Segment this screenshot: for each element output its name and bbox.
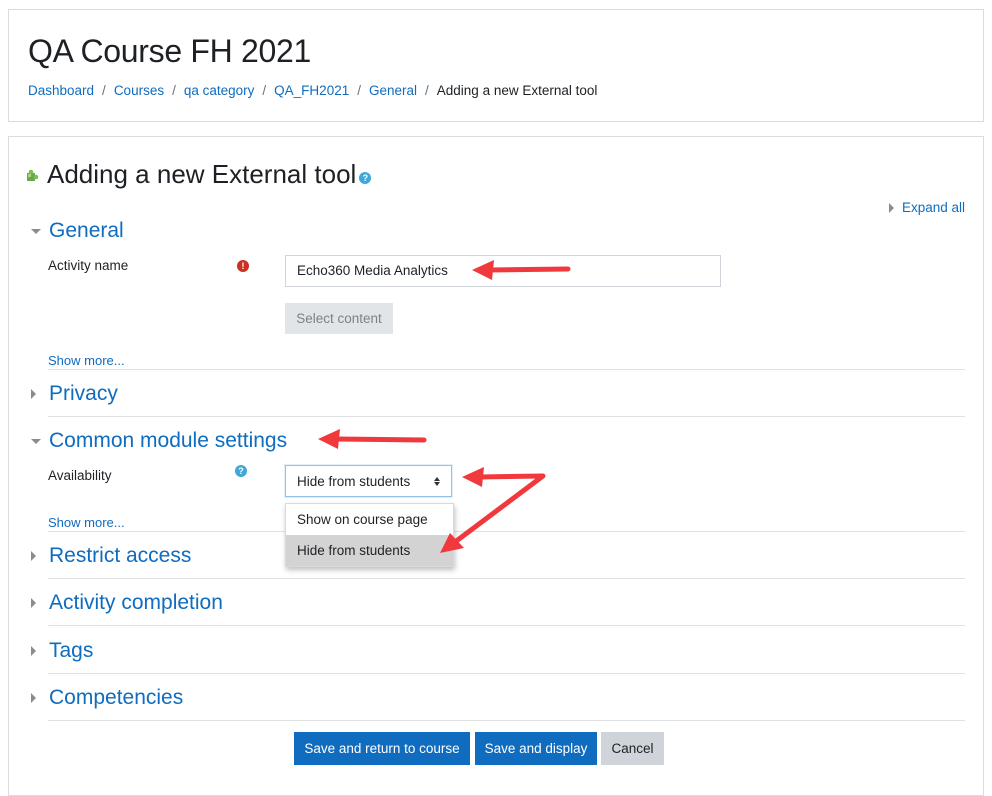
activity-name-input[interactable]: Echo360 Media Analytics xyxy=(285,255,721,287)
availability-dropdown: Show on course page Hide from students xyxy=(285,503,454,567)
breadcrumb-separator: / xyxy=(172,83,176,98)
divider xyxy=(48,625,965,626)
section-privacy[interactable]: Privacy xyxy=(27,382,118,406)
activity-name-label: Activity name xyxy=(48,258,129,273)
caret-right-icon xyxy=(31,389,36,399)
section-competencies-label: Competencies xyxy=(49,686,184,709)
breadcrumb-course[interactable]: QA_FH2021 xyxy=(274,83,349,98)
expand-all-link[interactable]: Expand all xyxy=(888,200,965,215)
divider xyxy=(48,673,965,674)
breadcrumb-dashboard[interactable]: Dashboard xyxy=(28,83,94,98)
required-icon[interactable]: ! xyxy=(237,260,249,272)
section-activity-completion[interactable]: Activity completion xyxy=(27,591,223,615)
show-more-general[interactable]: Show more... xyxy=(48,353,125,368)
caret-down-icon xyxy=(31,438,41,444)
caret-right-icon xyxy=(31,551,36,561)
caret-right-icon xyxy=(31,693,36,703)
section-general[interactable]: General xyxy=(27,219,124,243)
breadcrumb-separator: / xyxy=(357,83,361,98)
help-icon[interactable]: ? xyxy=(359,171,372,184)
breadcrumb-current: Adding a new External tool xyxy=(436,83,598,98)
divider xyxy=(48,578,965,579)
availability-select[interactable]: Hide from students xyxy=(285,465,452,497)
section-privacy-label: Privacy xyxy=(49,382,118,405)
help-icon[interactable]: ? xyxy=(235,465,247,477)
select-content-button[interactable]: Select content xyxy=(285,303,393,334)
course-title: QA Course FH 2021 xyxy=(28,33,312,69)
caret-right-icon xyxy=(31,646,36,656)
cancel-button[interactable]: Cancel xyxy=(601,732,664,765)
breadcrumb-separator: / xyxy=(102,83,106,98)
caret-down-icon xyxy=(31,228,41,234)
section-tags[interactable]: Tags xyxy=(27,639,93,663)
breadcrumb-separator: / xyxy=(425,83,429,98)
breadcrumb-courses[interactable]: Courses xyxy=(114,83,164,98)
show-more-common[interactable]: Show more... xyxy=(48,515,125,530)
availability-option-show[interactable]: Show on course page xyxy=(286,504,453,535)
section-competencies[interactable]: Competencies xyxy=(27,686,183,710)
caret-right-icon xyxy=(31,598,36,608)
divider xyxy=(48,720,965,721)
section-common-module-label: Common module settings xyxy=(49,429,288,452)
save-and-return-button[interactable]: Save and return to course xyxy=(294,732,470,765)
select-arrows-icon xyxy=(434,476,440,486)
page-heading: Adding a new External tool ? xyxy=(25,159,372,190)
availability-option-hide[interactable]: Hide from students xyxy=(286,535,453,566)
availability-label: Availability xyxy=(48,468,112,483)
divider xyxy=(48,416,965,417)
section-restrict-access[interactable]: Restrict access xyxy=(27,544,191,568)
save-and-display-button[interactable]: Save and display xyxy=(475,732,597,765)
divider xyxy=(48,369,965,370)
caret-right-icon xyxy=(888,202,894,213)
page-header: QA Course FH 2021 Dashboard / Courses / … xyxy=(8,9,984,122)
form-heading: Adding a new External tool xyxy=(47,159,357,189)
breadcrumb: Dashboard / Courses / qa category / QA_F… xyxy=(28,83,597,98)
puzzle-piece-icon xyxy=(25,168,39,182)
expand-all-label: Expand all xyxy=(901,200,965,215)
breadcrumb-separator: / xyxy=(262,83,267,98)
section-tags-label: Tags xyxy=(49,639,94,662)
breadcrumb-general[interactable]: General xyxy=(369,83,417,98)
section-activity-completion-label: Activity completion xyxy=(49,591,223,614)
section-restrict-access-label: Restrict access xyxy=(49,544,192,567)
main-form-card: Adding a new External tool ? Expand all … xyxy=(8,136,984,796)
section-common-module-settings[interactable]: Common module settings xyxy=(27,429,287,453)
divider xyxy=(48,531,965,532)
breadcrumb-qa-category[interactable]: qa category xyxy=(184,83,255,98)
availability-select-value: Hide from students xyxy=(297,473,411,489)
section-general-label: General xyxy=(49,219,124,242)
